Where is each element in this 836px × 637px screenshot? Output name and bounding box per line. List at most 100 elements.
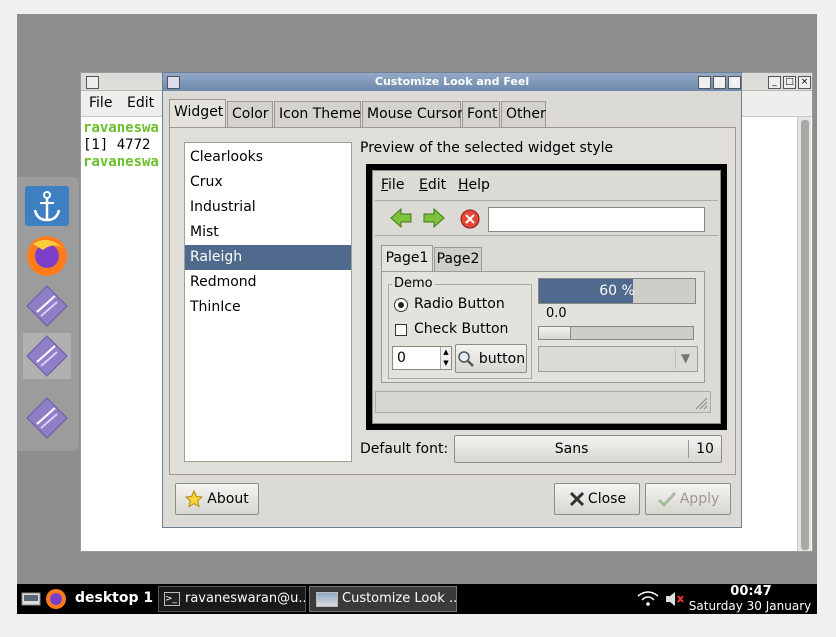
preview-tab-page1[interactable]: Page1	[381, 245, 433, 271]
anchor-icon	[25, 186, 69, 226]
firefox-icon[interactable]	[45, 588, 67, 610]
close-button-label: Close	[587, 491, 627, 507]
terminal-line: ravaneswa	[83, 120, 159, 136]
dock	[17, 177, 79, 451]
list-item[interactable]: Mist	[185, 220, 351, 245]
preview-button[interactable]: button	[455, 344, 527, 373]
preview-menu-edit[interactable]: Edit	[419, 177, 446, 193]
window-menu-icon[interactable]	[167, 76, 180, 89]
back-arrow-icon[interactable]	[389, 208, 413, 228]
check-button[interactable]	[395, 324, 407, 336]
preview-notebook-page: Demo Radio Button Check Button 0 ▲ ▼ but…	[381, 271, 705, 383]
preview-menu-help[interactable]: Help	[458, 177, 490, 193]
font-name: Sans	[554, 441, 589, 457]
resize-grip-icon[interactable]	[694, 396, 708, 410]
terminal-scrollbar[interactable]	[797, 117, 811, 551]
scale-value: 0.0	[546, 306, 567, 321]
window-icon	[316, 592, 338, 607]
widget-preview: File Edit Help Page1 Page2 Demo Radio Bu…	[366, 164, 727, 430]
check-button-label: Check Button	[414, 321, 509, 337]
spin-arrows-icon[interactable]: ▲ ▼	[440, 347, 451, 369]
theme-list[interactable]: Clearlooks Crux Industrial Mist Raleigh …	[184, 142, 352, 462]
progress-text: 60 %	[599, 283, 635, 299]
preview-toolbar	[375, 200, 718, 236]
customize-look-and-feel-dialog[interactable]: Customize Look and Feel _ □ × Widget Col…	[162, 72, 742, 528]
tab-widget[interactable]: Widget	[169, 99, 226, 127]
app-icon	[26, 397, 68, 439]
task-terminal[interactable]: >_ ravaneswaran@u...	[158, 586, 306, 612]
terminal-scroll-thumb[interactable]	[801, 120, 809, 550]
show-desktop-icon[interactable]	[21, 591, 41, 607]
tab-font[interactable]: Font	[462, 101, 500, 127]
task-terminal-label: ravaneswaran@u...	[185, 591, 306, 606]
preview-menu-file[interactable]: File	[381, 177, 404, 193]
tab-color[interactable]: Color	[227, 101, 273, 127]
preview-button-label: button	[478, 350, 526, 367]
default-font-label: Default font:	[360, 441, 449, 457]
close-button[interactable]: Close	[554, 483, 640, 515]
terminal-icon: >_	[164, 592, 180, 606]
tab-mouse-cursor[interactable]: Mouse Cursor	[362, 101, 463, 127]
preview-tab-page2[interactable]: Page2	[434, 247, 482, 271]
app-icon	[26, 285, 68, 327]
star-icon	[185, 490, 204, 508]
close-x-icon	[569, 491, 584, 507]
terminal-line: ravaneswa	[83, 154, 159, 170]
radio-button-label: Radio Button	[414, 296, 505, 312]
firefox-icon	[27, 236, 67, 276]
tab-icon-theme[interactable]: Icon Theme	[274, 101, 361, 127]
wifi-icon[interactable]	[637, 591, 659, 607]
terminal-menu-edit[interactable]: Edit	[127, 95, 154, 111]
dock-item-app[interactable]	[23, 283, 71, 329]
magnifier-icon	[458, 350, 474, 367]
minimize-icon[interactable]: _	[698, 76, 711, 89]
list-item[interactable]: Industrial	[185, 195, 351, 220]
stop-icon[interactable]	[459, 208, 481, 230]
preview-statusbar	[375, 391, 711, 413]
desktop-label[interactable]: desktop 1	[75, 590, 153, 606]
scale-trough[interactable]	[538, 326, 694, 340]
close-icon[interactable]: ×	[798, 76, 811, 89]
forward-arrow-icon[interactable]	[422, 208, 446, 228]
preview-text-entry[interactable]	[488, 207, 705, 232]
app-icon	[26, 335, 68, 377]
clock-time[interactable]: 00:47	[689, 584, 813, 599]
dock-item-app[interactable]	[23, 395, 71, 441]
dialog-title: Customize Look and Feel	[374, 75, 530, 88]
about-button[interactable]: About	[175, 483, 259, 515]
apply-button-label: Apply	[679, 491, 720, 507]
dock-item-anchor[interactable]	[23, 183, 71, 229]
apply-button[interactable]: Apply	[645, 483, 731, 515]
minimize-icon[interactable]: _	[768, 76, 781, 89]
demo-frame-label: Demo	[392, 276, 435, 291]
maximize-icon[interactable]: □	[783, 76, 796, 89]
chevron-down-icon: ▼	[681, 351, 691, 365]
combo-box[interactable]: ▼	[538, 346, 698, 372]
terminal-menu-file[interactable]: File	[89, 95, 112, 111]
progress-bar: 60 %	[538, 278, 696, 304]
close-icon[interactable]: ×	[728, 76, 741, 89]
dialog-title-bar[interactable]: Customize Look and Feel _ □ ×	[163, 73, 741, 91]
list-item[interactable]: Redmond	[185, 270, 351, 295]
preview-window: File Edit Help Page1 Page2 Demo Radio Bu…	[372, 170, 721, 424]
maximize-icon[interactable]: □	[713, 76, 726, 89]
taskbar: desktop 1 >_ ravaneswaran@u... Customize…	[17, 584, 817, 614]
tab-other[interactable]: Other	[501, 101, 546, 127]
dock-item-app[interactable]	[23, 333, 71, 379]
list-item[interactable]: Crux	[185, 170, 351, 195]
widget-tab-panel: Clearlooks Crux Industrial Mist Raleigh …	[169, 127, 736, 475]
terminal-line: [1] 4772	[83, 137, 151, 153]
font-button[interactable]: Sans 10	[454, 435, 722, 463]
radio-button[interactable]	[394, 298, 408, 312]
clock-date[interactable]: Saturday 30 January	[685, 599, 815, 613]
volume-muted-icon[interactable]	[665, 591, 685, 607]
list-item[interactable]: ThinIce	[185, 295, 351, 320]
font-size: 10	[696, 441, 714, 457]
terminal-app-icon	[86, 76, 99, 89]
dock-item-firefox[interactable]	[23, 233, 71, 279]
scale-slider-handle[interactable]	[539, 327, 571, 339]
list-item[interactable]: Clearlooks	[185, 145, 351, 170]
task-customize[interactable]: Customize Look ...	[309, 586, 457, 612]
list-item-selected[interactable]: Raleigh	[185, 245, 351, 270]
task-customize-label: Customize Look ...	[342, 591, 457, 606]
